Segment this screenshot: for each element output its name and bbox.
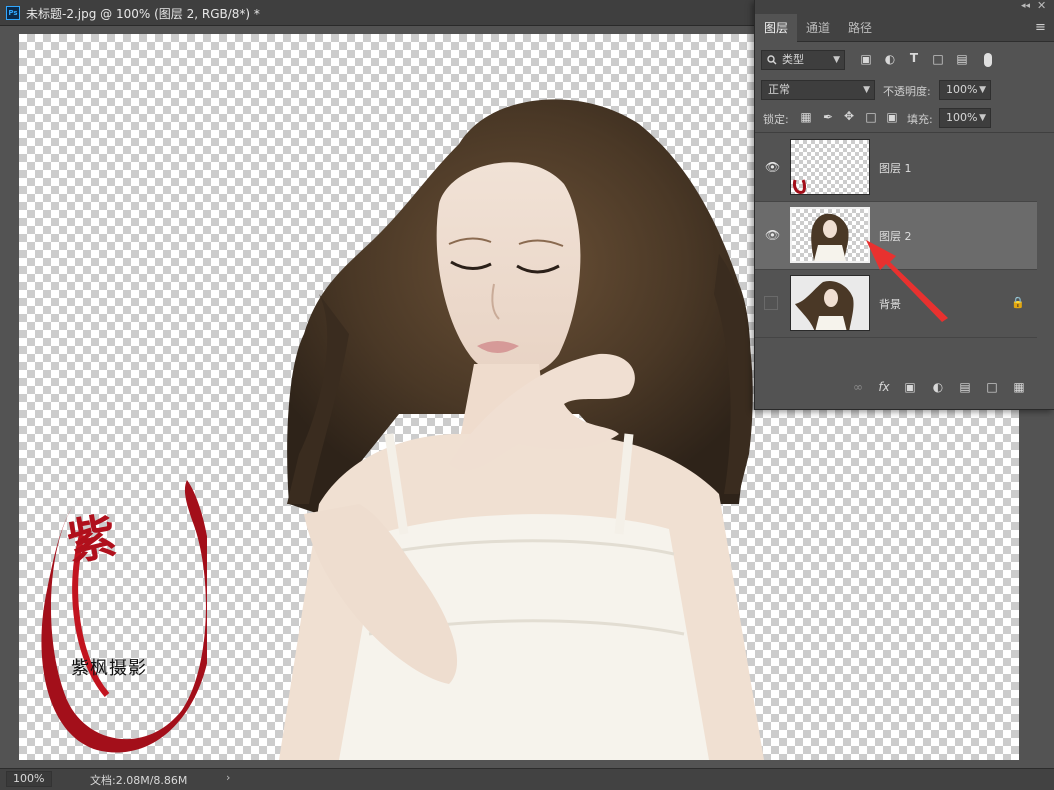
- watermark-thumbnail-graphic: [793, 179, 806, 194]
- layer-name[interactable]: 背景: [879, 296, 901, 312]
- new-layer-icon[interactable]: □: [983, 380, 1001, 394]
- fill-field[interactable]: 100% ▼: [939, 108, 991, 128]
- lock-fill-row: 锁定: ▦ ✒ ✥ □ ▣ 填充: 100% ▼: [755, 104, 1054, 132]
- visibility-eye-icon[interactable]: 👁: [765, 228, 780, 242]
- chevron-down-icon: ▼: [979, 85, 986, 95]
- opacity-value: 100%: [946, 83, 978, 96]
- watermark-logo: 紫 紫枫摄影: [37, 480, 207, 755]
- new-group-icon[interactable]: ▤: [956, 380, 974, 394]
- background-thumbnail-graphic: [791, 276, 869, 330]
- blend-mode-dropdown[interactable]: 正常 ▼: [761, 80, 875, 100]
- lock-icon: 🔒: [1011, 296, 1025, 309]
- filter-toggle-icon[interactable]: [984, 53, 992, 67]
- document-size-info: 文档:2.08M/8.86M: [90, 774, 188, 787]
- watermark-text: 紫枫摄影: [71, 658, 147, 679]
- chevron-down-icon: ▼: [833, 55, 840, 65]
- filter-kind-dropdown[interactable]: 类型 ▼: [761, 50, 845, 70]
- fx-icon[interactable]: fx: [875, 380, 893, 394]
- tab-paths[interactable]: 路径: [839, 14, 881, 42]
- fill-value: 100%: [946, 111, 978, 124]
- visibility-off-box[interactable]: [764, 296, 778, 310]
- layer-name[interactable]: 图层 1: [879, 160, 912, 176]
- lock-position-move-icon[interactable]: ✥: [840, 109, 858, 123]
- watermark-ring-graphic: [41, 480, 207, 753]
- link-layers-icon[interactable]: ∞: [849, 380, 867, 394]
- panel-title-strip[interactable]: ◂◂ ✕: [755, 0, 1054, 14]
- layer-name[interactable]: 图层 2: [879, 228, 912, 244]
- zoom-level-field[interactable]: 100%: [6, 771, 52, 787]
- layer-row-layer-1[interactable]: 👁 图层 1: [755, 134, 1037, 202]
- collapse-panel-icon[interactable]: ◂◂: [1021, 1, 1030, 11]
- layer-row-background[interactable]: 背景 🔒: [755, 270, 1037, 338]
- divider: [755, 132, 1054, 133]
- adjustment-layer-icon[interactable]: ◐: [929, 380, 947, 394]
- layer-filter-row: 类型 ▼ ▣ ◐ T □ ▤: [755, 46, 1054, 74]
- tab-layers[interactable]: 图层: [755, 14, 798, 42]
- panel-menu-icon[interactable]: ≡: [1035, 20, 1046, 35]
- close-panel-icon[interactable]: ✕: [1037, 0, 1046, 12]
- chevron-down-icon: ▼: [979, 113, 986, 123]
- status-menu-arrow-icon[interactable]: ›: [226, 771, 230, 784]
- layer-list: 👁 图层 1 👁 图层 2 背景 🔒: [755, 134, 1054, 340]
- layer-thumbnail: [790, 275, 870, 331]
- fill-label: 填充:: [907, 113, 933, 126]
- add-mask-icon[interactable]: ▣: [901, 380, 919, 394]
- image-filter-icon[interactable]: ▣: [857, 52, 875, 66]
- layers-panel-footer: ∞ fx ▣ ◐ ▤ □ ▦: [755, 376, 1054, 404]
- lock-artboard-icon[interactable]: □: [862, 110, 880, 124]
- smart-object-filter-icon[interactable]: ▤: [953, 52, 971, 66]
- visibility-eye-icon[interactable]: 👁: [765, 160, 780, 174]
- layer-thumbnail: [790, 139, 870, 195]
- chevron-down-icon: ▼: [863, 85, 870, 95]
- lock-pixels-brush-icon[interactable]: ✒: [819, 110, 837, 124]
- tab-channels[interactable]: 通道: [797, 14, 839, 42]
- status-bar: 100% 文档:2.08M/8.86M ›: [0, 768, 1054, 790]
- lock-label: 锁定:: [763, 113, 789, 126]
- lock-all-icon[interactable]: ▣: [883, 110, 901, 124]
- layer-thumbnail: [790, 207, 870, 263]
- filter-kind-value: 类型: [782, 53, 804, 66]
- blend-opacity-row: 正常 ▼ 不透明度: 100% ▼: [755, 76, 1054, 104]
- delete-layer-icon[interactable]: ▦: [1010, 380, 1028, 394]
- opacity-field[interactable]: 100% ▼: [939, 80, 991, 100]
- type-filter-icon[interactable]: T: [905, 51, 923, 65]
- blend-mode-value: 正常: [768, 83, 790, 96]
- photoshop-window: Ps 未标题-2.jpg @ 100% (图层 2, RGB/8*) * 紫 紫…: [0, 0, 1054, 790]
- panel-tabs: 图层 通道 路径 ≡: [755, 14, 1054, 42]
- document-title: 未标题-2.jpg @ 100% (图层 2, RGB/8*) *: [26, 7, 260, 21]
- layers-panel: ◂◂ ✕ 图层 通道 路径 ≡ 类型 ▼ ▣ ◐ T □ ▤ 正常 ▼ 不透明度…: [754, 0, 1054, 410]
- adjustment-filter-icon[interactable]: ◐: [881, 52, 899, 66]
- layer-row-layer-2[interactable]: 👁 图层 2: [755, 202, 1037, 270]
- photoshop-app-icon: Ps: [6, 6, 20, 20]
- shape-filter-icon[interactable]: □: [929, 52, 947, 66]
- portrait-thumbnail-graphic: [811, 213, 849, 261]
- lock-transparency-icon[interactable]: ▦: [797, 110, 815, 124]
- opacity-label: 不透明度:: [883, 85, 931, 98]
- search-icon: [767, 55, 777, 65]
